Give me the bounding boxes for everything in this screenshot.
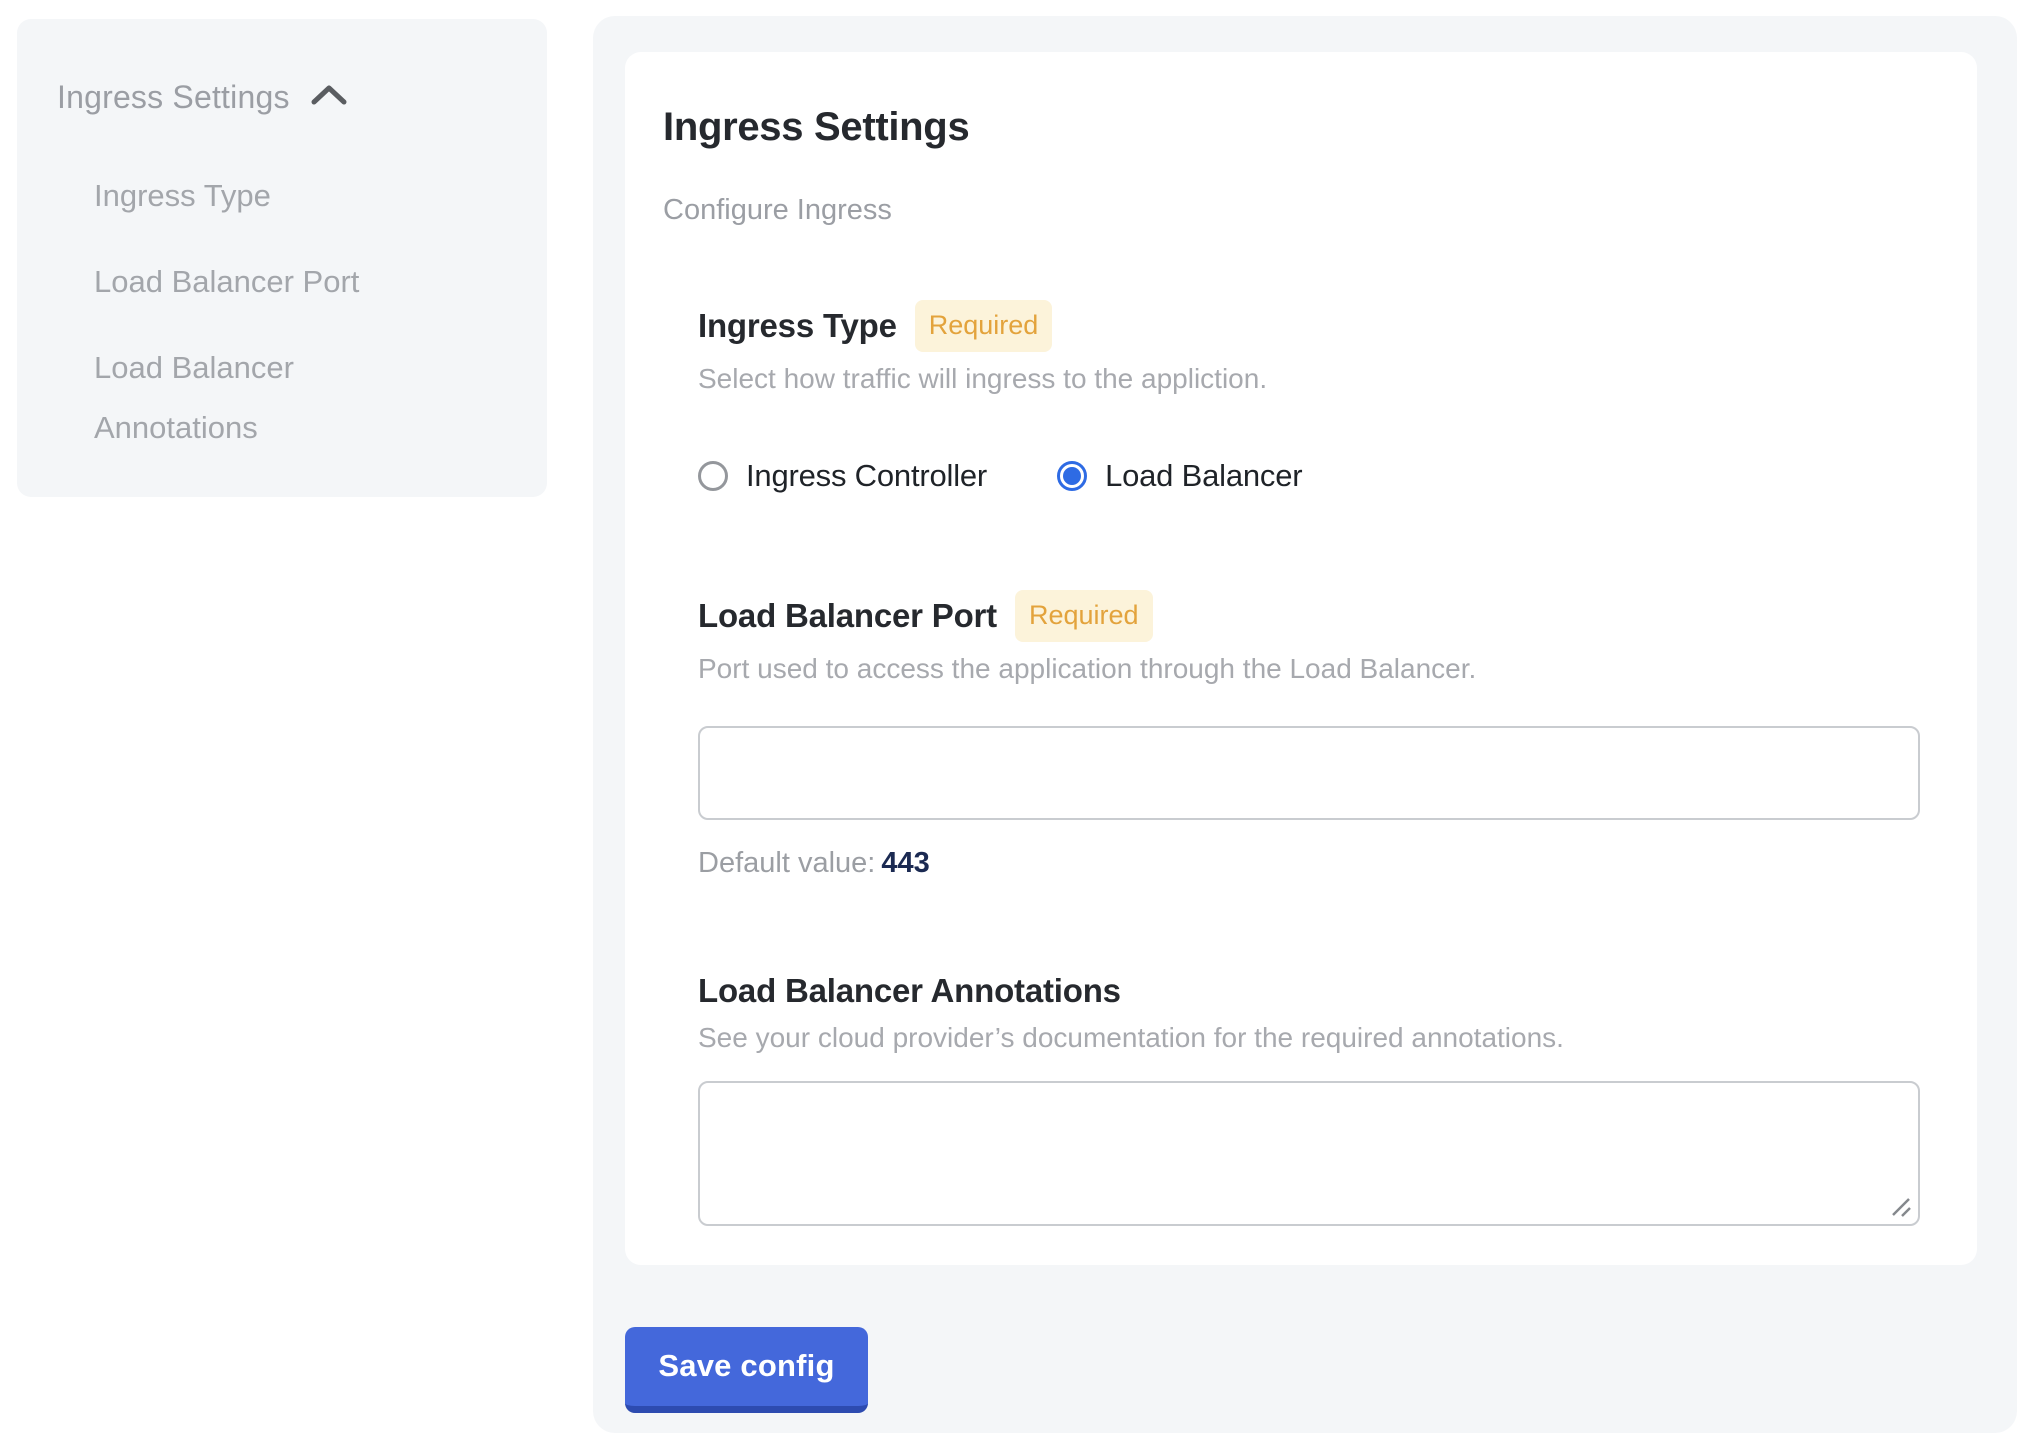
load-balancer-port-label: Load Balancer Port bbox=[698, 596, 997, 636]
sidebar-item-load-balancer-annotations[interactable]: Load Balancer Annotations bbox=[94, 338, 434, 458]
sidebar-section-title: Ingress Settings bbox=[57, 79, 290, 116]
settings-main-panel: Ingress Settings Configure Ingress Ingre… bbox=[593, 16, 2017, 1433]
load-balancer-annotations-label: Load Balancer Annotations bbox=[698, 971, 1121, 1011]
radio-unselected-icon[interactable] bbox=[698, 461, 728, 491]
default-value-note: Default value:443 bbox=[698, 846, 1917, 880]
ingress-type-description: Select how traffic will ingress to the a… bbox=[698, 362, 1917, 396]
ingress-type-radio-group: Ingress Controller Load Balancer bbox=[698, 458, 1917, 494]
save-config-button[interactable]: Save config bbox=[625, 1327, 868, 1413]
resize-handle-icon[interactable] bbox=[1887, 1193, 1913, 1219]
load-balancer-annotations-description: See your cloud provider’s documentation … bbox=[698, 1021, 1917, 1055]
sidebar-item-ingress-type[interactable]: Ingress Type bbox=[94, 166, 434, 226]
page-title: Ingress Settings bbox=[663, 105, 1917, 149]
sidebar-item-list: Ingress Type Load Balancer Port Load Bal… bbox=[94, 166, 517, 458]
load-balancer-port-input[interactable] bbox=[698, 726, 1920, 820]
radio-label-ingress-controller: Ingress Controller bbox=[746, 458, 987, 494]
sidebar-section-toggle[interactable]: Ingress Settings bbox=[57, 79, 517, 116]
load-balancer-port-description: Port used to access the application thro… bbox=[698, 652, 1917, 686]
radio-label-load-balancer: Load Balancer bbox=[1105, 458, 1302, 494]
radio-option-load-balancer[interactable]: Load Balancer bbox=[1057, 458, 1302, 494]
radio-selected-icon[interactable] bbox=[1057, 461, 1087, 491]
form-sections: Ingress Type Required Select how traffic… bbox=[698, 300, 1917, 1226]
required-badge: Required bbox=[1015, 590, 1153, 642]
default-value-label: Default value: bbox=[698, 847, 875, 879]
section-load-balancer-port: Load Balancer Port Required Port used to… bbox=[698, 590, 1917, 880]
sidebar-item-load-balancer-port[interactable]: Load Balancer Port bbox=[94, 252, 434, 312]
default-value: 443 bbox=[881, 847, 929, 879]
load-balancer-annotations-textarea[interactable] bbox=[698, 1081, 1920, 1226]
section-ingress-type: Ingress Type Required Select how traffic… bbox=[698, 300, 1917, 494]
ingress-type-label: Ingress Type bbox=[698, 306, 897, 346]
page-subtitle: Configure Ingress bbox=[663, 193, 1917, 227]
load-balancer-annotations-heading-row: Load Balancer Annotations bbox=[698, 971, 1917, 1011]
ingress-settings-card: Ingress Settings Configure Ingress Ingre… bbox=[625, 52, 1977, 1265]
chevron-up-icon bbox=[310, 83, 348, 112]
settings-nav-sidebar: Ingress Settings Ingress Type Load Balan… bbox=[17, 19, 547, 497]
required-badge: Required bbox=[915, 300, 1053, 352]
ingress-type-heading-row: Ingress Type Required bbox=[698, 300, 1917, 352]
radio-option-ingress-controller[interactable]: Ingress Controller bbox=[698, 458, 987, 494]
section-load-balancer-annotations: Load Balancer Annotations See your cloud… bbox=[698, 971, 1917, 1226]
load-balancer-annotations-field bbox=[698, 1081, 1920, 1226]
load-balancer-port-heading-row: Load Balancer Port Required bbox=[698, 590, 1917, 642]
